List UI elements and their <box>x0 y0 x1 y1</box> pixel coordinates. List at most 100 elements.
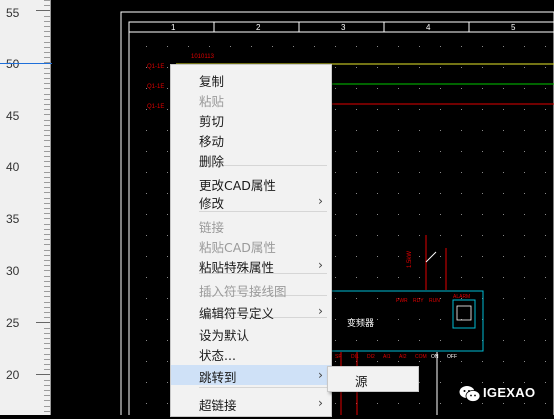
grid-dot <box>440 298 441 299</box>
grid-dot <box>503 298 504 299</box>
ruler-tick <box>44 338 50 339</box>
ruler-tick <box>44 359 50 360</box>
ruler-tick <box>44 88 50 89</box>
ruler-tick <box>44 260 50 261</box>
grid-dot <box>419 256 420 257</box>
grid-dot <box>545 382 546 383</box>
grid-dot <box>419 277 420 278</box>
grid-dot <box>419 88 420 89</box>
grid-dot <box>503 172 504 173</box>
jump-to-submenu: 源 <box>327 366 419 392</box>
menu-item-label: 超链接 <box>199 398 237 413</box>
chevron-right-icon: › <box>318 395 323 410</box>
grid-dot <box>482 193 483 194</box>
ruler-tick <box>44 31 50 32</box>
grid-dot <box>167 130 168 131</box>
grid-dot <box>440 214 441 215</box>
grid-dot <box>524 46 525 47</box>
context-menu-item[interactable]: 剪切 <box>171 109 331 129</box>
grid-dot <box>482 277 483 278</box>
grid-dot <box>398 214 399 215</box>
grid-dot <box>440 130 441 131</box>
grid-dot <box>356 214 357 215</box>
ruler-label: 35 <box>6 212 20 226</box>
grid-dot <box>146 382 147 383</box>
grid-dot <box>545 67 546 68</box>
ruler-tick <box>44 328 50 329</box>
context-menu-item[interactable]: 移动 <box>171 129 331 149</box>
ruler-label: 30 <box>6 264 20 278</box>
grid-dot <box>167 298 168 299</box>
grid-dot <box>335 172 336 173</box>
grid-dot <box>167 235 168 236</box>
submenu-item-source[interactable]: 源 <box>328 367 418 391</box>
ruler-tick <box>44 177 50 178</box>
grid-dot <box>167 340 168 341</box>
grid-dot <box>482 214 483 215</box>
grid-dot <box>440 382 441 383</box>
menu-item-label: 粘贴特殊属性 <box>199 260 275 275</box>
ruler-tick <box>44 135 50 136</box>
grid-dot <box>461 46 462 47</box>
context-menu-item[interactable]: 复制 <box>171 69 331 89</box>
grid-dot <box>503 277 504 278</box>
ruler-tick <box>44 192 50 193</box>
ruler-tick <box>44 161 50 162</box>
context-menu-item[interactable]: 状态... <box>171 343 331 363</box>
grid-dot <box>398 403 399 404</box>
ruler-tick <box>44 0 50 1</box>
ruler-label: 45 <box>6 109 20 123</box>
context-menu-item[interactable]: 删除 <box>171 149 331 169</box>
grid-dot <box>503 382 504 383</box>
grid-dot <box>377 214 378 215</box>
grid-dot <box>482 382 483 383</box>
context-menu-item[interactable]: 粘贴特殊属性 › <box>171 255 331 275</box>
grid-dot <box>167 88 168 89</box>
grid-dot <box>440 172 441 173</box>
terminal-label: AI2 <box>399 354 407 360</box>
ruler-tick <box>44 250 50 251</box>
grid-dot <box>398 319 399 320</box>
ruler-tick <box>44 213 50 214</box>
grid-dot <box>419 403 420 404</box>
context-menu-item[interactable]: 设为默认 <box>171 323 331 343</box>
ruler-tick <box>44 239 50 240</box>
grid-dot <box>167 214 168 215</box>
grid-dot <box>482 151 483 152</box>
grid-dot <box>377 172 378 173</box>
ruler-tick <box>44 302 50 303</box>
ruler-tick <box>44 36 50 37</box>
grid-dot <box>335 109 336 110</box>
grid-dot <box>377 340 378 341</box>
grid-dot <box>524 319 525 320</box>
ruler-tick <box>44 120 50 121</box>
grid-dot <box>146 256 147 257</box>
menu-item-label: 状态... <box>199 348 236 363</box>
grid-dot <box>146 319 147 320</box>
ruler-tick <box>44 234 50 235</box>
context-menu-item: 粘贴 <box>171 89 331 109</box>
grid-dot <box>398 193 399 194</box>
grid-dot <box>503 256 504 257</box>
grid-dot <box>398 109 399 110</box>
grid-dot <box>440 193 441 194</box>
ruler-tick <box>44 364 50 365</box>
context-menu-item[interactable]: 超链接 › <box>171 393 331 413</box>
context-menu-item[interactable]: 编辑符号定义 › <box>171 301 331 321</box>
context-menu-item[interactable]: 更改CAD属性 <box>171 173 331 193</box>
terminal-label: RDY <box>413 298 424 304</box>
menu-item-label: 编辑符号定义 <box>199 306 275 321</box>
grid-dot <box>440 46 441 47</box>
grid-dot <box>461 277 462 278</box>
grid-dot <box>167 256 168 257</box>
context-menu-item[interactable]: 跳转到 › <box>171 365 331 385</box>
grid-dot <box>335 46 336 47</box>
grid-dot <box>398 340 399 341</box>
context-menu-item[interactable]: 修改 › <box>171 191 331 211</box>
vertical-ruler[interactable]: 55 50 45 40 35 30 25 20 <box>0 0 52 415</box>
ruler-tick <box>44 380 50 381</box>
column-label: 4 <box>426 23 431 32</box>
terminal-label: ON <box>431 354 439 360</box>
grid-dot <box>377 298 378 299</box>
ruler-tick <box>36 374 50 375</box>
